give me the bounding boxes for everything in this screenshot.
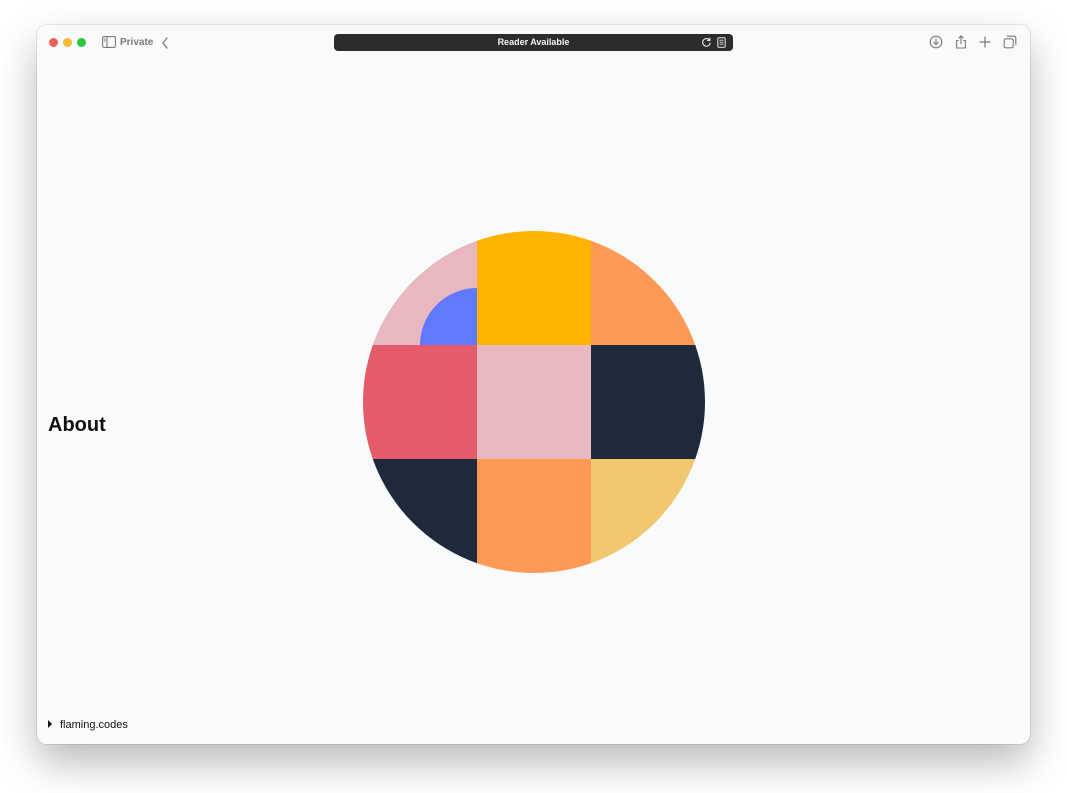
- art-cell: [477, 459, 591, 573]
- plus-icon[interactable]: [978, 35, 992, 49]
- share-icon[interactable]: [954, 35, 968, 49]
- art-cell: [477, 231, 591, 345]
- geometric-artwork: [363, 231, 705, 573]
- page-content: About flaming.codes: [37, 61, 1030, 744]
- footer-link[interactable]: flaming.codes: [48, 716, 128, 731]
- disclosure-triangle-icon: [48, 719, 52, 728]
- art-cell: [591, 459, 705, 573]
- tabs-overview-icon[interactable]: [1003, 35, 1017, 49]
- reader-icon[interactable]: [716, 37, 727, 48]
- maximize-window-button[interactable]: [77, 38, 86, 47]
- minimize-window-button[interactable]: [63, 38, 72, 47]
- browser-toolbar: Private Reader Available: [37, 25, 1030, 61]
- sidebar-icon[interactable]: [102, 36, 116, 48]
- private-label: Private: [120, 37, 154, 48]
- art-cell: [591, 231, 705, 345]
- address-bar[interactable]: Reader Available: [334, 34, 733, 51]
- footer-link-text: flaming.codes: [60, 718, 128, 731]
- browser-window: Private Reader Available About flaming.c…: [37, 25, 1030, 744]
- close-window-button[interactable]: [49, 38, 58, 47]
- art-cell: [591, 345, 705, 459]
- art-cell: [363, 345, 477, 459]
- art-cell: [477, 345, 591, 459]
- reload-icon[interactable]: [701, 37, 712, 48]
- chevron-left-icon[interactable]: [160, 36, 170, 50]
- about-heading[interactable]: About: [48, 414, 106, 437]
- address-text: Reader Available: [497, 37, 570, 47]
- download-icon[interactable]: [929, 35, 943, 49]
- art-cell: [363, 459, 477, 573]
